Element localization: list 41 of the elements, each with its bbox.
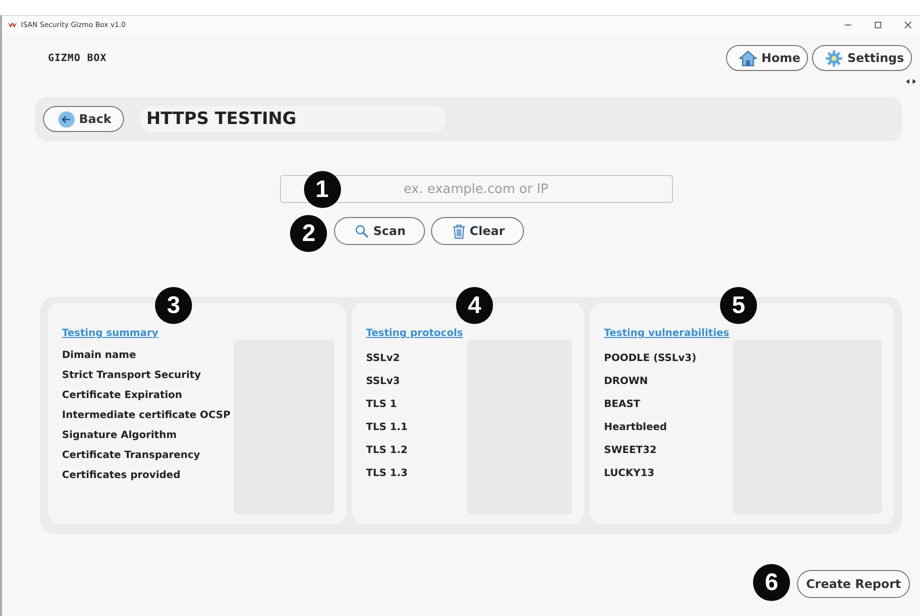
app-icon: [8, 22, 17, 28]
test-label: LUCKY13: [604, 468, 656, 479]
maximize-icon[interactable]: [874, 21, 882, 29]
test-label: Dimain name: [62, 350, 137, 361]
test-label: TLS 1.2: [366, 445, 409, 456]
test-label: Signature Algorithm: [62, 430, 178, 441]
nav-button[interactable]: Home: [726, 45, 808, 71]
test-label: SSLv3: [366, 376, 401, 387]
test-label: Strict Transport Security: [62, 370, 202, 381]
back-button[interactable]: Back: [43, 106, 124, 132]
home-icon: [739, 50, 758, 66]
search-icon: [355, 224, 370, 238]
test-label: SSLv2: [366, 353, 401, 364]
trash-icon: [452, 224, 466, 238]
nav-button[interactable]: Settings: [812, 45, 912, 71]
callout-marker: 1: [304, 171, 340, 208]
test-label: POODLE (SSLv3): [604, 353, 698, 364]
logo: GIZMO BOX: [48, 52, 107, 64]
test-label: Heartbleed: [604, 422, 668, 433]
callout-marker: 6: [753, 564, 790, 601]
callout-marker: 2: [290, 215, 328, 252]
test-label: SWEET32: [604, 445, 658, 456]
settings-icon: [825, 50, 844, 66]
scroll-arrows-icon[interactable]: [906, 79, 916, 84]
close-icon[interactable]: [904, 21, 912, 29]
test-label: Certificate Expiration: [62, 390, 184, 401]
callout-marker: 5: [720, 287, 757, 324]
test-label: BEAST: [604, 399, 642, 410]
test-label: Certificate Transparency: [62, 450, 202, 461]
test-label: DROWN: [604, 376, 649, 387]
action-button[interactable]: Scan: [334, 217, 425, 245]
test-label: Intermediate certificate OCSP: [62, 410, 230, 421]
action-button[interactable]: Clear: [430, 217, 524, 245]
test-label: TLS 1.1: [366, 422, 409, 433]
callout-marker: 3: [155, 287, 192, 324]
test-label: TLS 1.3: [366, 468, 409, 479]
callout-marker: 4: [456, 287, 493, 324]
test-label: TLS 1: [366, 399, 398, 410]
test-label: Certificates provided: [62, 470, 182, 481]
page-title: HTTPS TESTING: [140, 106, 446, 132]
create-report-button[interactable]: Create Report: [797, 570, 910, 598]
